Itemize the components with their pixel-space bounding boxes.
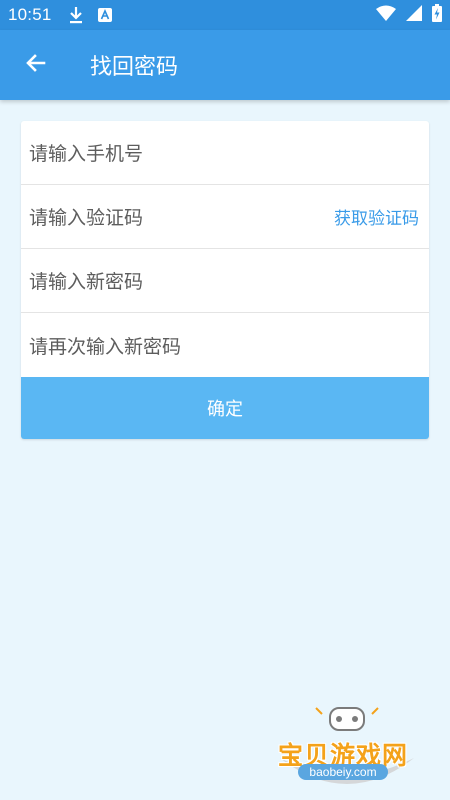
app-bar: 找回密码 <box>0 30 450 100</box>
confirm-button[interactable]: 确定 <box>21 377 429 439</box>
arrow-left-icon <box>24 51 48 79</box>
battery-charging-icon <box>432 3 442 27</box>
phone-input[interactable]: 请输入手机号 <box>29 139 419 166</box>
get-code-button[interactable]: 获取验证码 <box>334 204 419 229</box>
back-button[interactable] <box>8 37 64 93</box>
page-title: 找回密码 <box>90 55 179 80</box>
wifi-icon <box>376 5 396 26</box>
phone-field[interactable]: 请输入手机号 <box>21 121 429 185</box>
new-password-field[interactable]: 请输入新密码 <box>21 249 429 313</box>
download-icon <box>68 6 84 24</box>
verification-code-field[interactable]: 请输入验证码 获取验证码 <box>21 185 429 249</box>
new-password-input[interactable]: 请输入新密码 <box>29 267 419 294</box>
status-bar: 10:51 <box>0 0 450 30</box>
status-time: 10:51 <box>8 5 52 24</box>
watermark-url: baobeiy.com <box>298 764 388 780</box>
verification-code-input[interactable]: 请输入验证码 <box>29 203 334 230</box>
confirm-password-input[interactable]: 请再次输入新密码 <box>29 332 419 359</box>
reset-password-form: 请输入手机号 请输入验证码 获取验证码 请输入新密码 请再次输入新密码 确定 <box>21 121 429 439</box>
watermark-logo: 宝贝游戏网 baobeiy.com <box>272 700 422 796</box>
signal-icon <box>406 4 422 26</box>
confirm-password-field[interactable]: 请再次输入新密码 <box>21 313 429 377</box>
a-notification-icon <box>97 8 112 22</box>
